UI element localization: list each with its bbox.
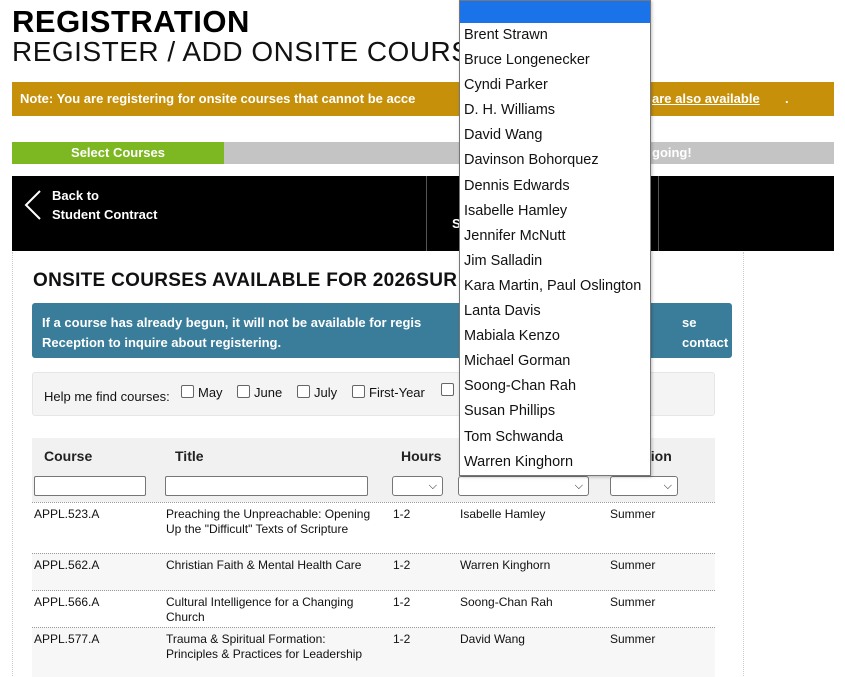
note-banner: Note: You are registering for onsite cou… bbox=[12, 82, 834, 116]
dropdown-option[interactable]: Mabiala Kenzo bbox=[460, 324, 650, 349]
dropdown-option[interactable]: D. H. Williams bbox=[460, 98, 650, 123]
col-hours[interactable]: Hours bbox=[401, 448, 441, 464]
dropdown-option[interactable]: Kara Martin, Paul Oslington bbox=[460, 274, 650, 299]
cell-course: APPL.562.A bbox=[34, 558, 100, 572]
cell-title: Trauma & Spiritual Formation: Principles… bbox=[166, 632, 363, 661]
filter-label: First-Year bbox=[369, 385, 425, 400]
cell-course: APPL.523.A bbox=[34, 507, 100, 521]
dropdown-option[interactable]: Lanta Davis bbox=[460, 299, 650, 324]
dropdown-option-selected[interactable] bbox=[460, 1, 650, 23]
course-filter-input[interactable] bbox=[34, 476, 146, 496]
col-title[interactable]: Title bbox=[175, 448, 204, 464]
note-text: Note: You are registering for onsite cou… bbox=[20, 91, 416, 106]
checkbox[interactable] bbox=[237, 385, 250, 398]
cell-faculty: Warren Kinghorn bbox=[460, 558, 551, 572]
filter-june[interactable]: June bbox=[237, 385, 282, 400]
info-fragment: se contact bbox=[682, 315, 729, 350]
cell-faculty: David Wang bbox=[460, 632, 525, 646]
checkbox[interactable] bbox=[352, 385, 365, 398]
cell-faculty: Soong-Chan Rah bbox=[460, 595, 553, 609]
table-row[interactable]: APPL.566.A Cultural Intelligence for a C… bbox=[32, 590, 715, 628]
dropdown-option[interactable]: Davinson Bohorquez bbox=[460, 148, 650, 173]
back-label-line1: Back to bbox=[52, 188, 99, 203]
step-nav: Back to Student Contract S bbox=[12, 176, 834, 251]
back-to-contract-button[interactable]: Back to Student Contract bbox=[22, 186, 157, 224]
cell-course: APPL.577.A bbox=[34, 632, 100, 646]
cell-session: Summer bbox=[610, 507, 656, 521]
cell-faculty: Isabelle Hamley bbox=[460, 507, 546, 521]
cell-hours: 1-2 bbox=[393, 595, 411, 609]
session-filter-select[interactable]: ⌵ bbox=[610, 476, 678, 496]
cell-title: Christian Faith & Mental Health Care bbox=[166, 558, 362, 572]
col-course[interactable]: Course bbox=[44, 448, 92, 464]
page-subtitle: REGISTER / ADD ONSITE COURSES bbox=[12, 36, 509, 67]
dropdown-option[interactable]: Warren Kinghorn bbox=[460, 450, 650, 475]
faculty-dropdown-list[interactable]: Brent Strawn Bruce Longenecker Cyndi Par… bbox=[459, 0, 651, 476]
progress-bar: Select Courses going! bbox=[12, 142, 834, 164]
dropdown-option[interactable]: David Wang bbox=[460, 123, 650, 148]
chevron-down-icon: ⌵ bbox=[428, 480, 437, 492]
filter-more[interactable] bbox=[441, 383, 458, 396]
cell-hours: 1-2 bbox=[393, 558, 411, 572]
filter-may[interactable]: May bbox=[181, 385, 223, 400]
dropdown-option[interactable]: Cyndi Parker bbox=[460, 73, 650, 98]
dropdown-option[interactable]: Tom Schwanda bbox=[460, 425, 650, 450]
cell-course: APPL.566.A bbox=[34, 595, 100, 609]
filter-first-year[interactable]: First-Year bbox=[352, 385, 425, 400]
cell-session: Summer bbox=[610, 632, 656, 646]
dropdown-option[interactable]: Brent Strawn bbox=[460, 23, 650, 48]
chevron-down-icon: ⌵ bbox=[663, 480, 672, 492]
dropdown-option[interactable]: Isabelle Hamley bbox=[460, 199, 650, 224]
nav-divider bbox=[658, 176, 659, 251]
table-row[interactable]: APPL.562.A Christian Faith & Mental Heal… bbox=[32, 553, 715, 591]
checkbox[interactable] bbox=[297, 385, 310, 398]
faculty-filter-select[interactable]: ⌵ bbox=[458, 476, 589, 496]
page-title: REGISTRATION bbox=[12, 4, 250, 39]
cell-hours: 1-2 bbox=[393, 507, 411, 521]
dropdown-option[interactable]: Michael Gorman bbox=[460, 349, 650, 374]
dropdown-option[interactable]: Jim Salladin bbox=[460, 249, 650, 274]
hours-filter-select[interactable]: ⌵ bbox=[392, 476, 443, 496]
chevron-down-icon: ⌵ bbox=[574, 480, 583, 492]
table-row[interactable]: APPL.577.A Trauma & Spiritual Formation:… bbox=[32, 627, 715, 677]
dropdown-option[interactable]: Susan Phillips bbox=[460, 399, 650, 424]
checkbox[interactable] bbox=[181, 385, 194, 398]
finder-label: Help me find courses: bbox=[44, 389, 170, 404]
chevron-left-icon bbox=[24, 190, 41, 220]
dropdown-option[interactable]: Jennifer McNutt bbox=[460, 224, 650, 249]
note-tail: . bbox=[785, 91, 789, 106]
title-filter-input[interactable] bbox=[165, 476, 368, 496]
filter-july[interactable]: July bbox=[297, 385, 337, 400]
cell-title: Cultural Intelligence for a Changing Chu… bbox=[166, 595, 354, 624]
dropdown-option[interactable]: Dennis Edwards bbox=[460, 174, 650, 199]
back-label-line2: Student Contract bbox=[52, 207, 158, 222]
checkbox[interactable] bbox=[441, 383, 454, 396]
table-row[interactable]: APPL.523.A Preaching the Unpreachable: O… bbox=[32, 502, 715, 554]
cell-title: Preaching the Unpreachable: Opening Up t… bbox=[166, 507, 371, 536]
nav-divider bbox=[426, 176, 427, 251]
filter-label: June bbox=[254, 385, 283, 400]
progress-step-end: going! bbox=[652, 145, 692, 160]
filter-label: July bbox=[314, 385, 338, 400]
back-label: Back to Student Contract bbox=[52, 186, 157, 224]
section-heading: ONSITE COURSES AVAILABLE FOR 2026SUR bbox=[33, 270, 458, 291]
filter-label: May bbox=[198, 385, 223, 400]
cell-hours: 1-2 bbox=[393, 632, 411, 646]
dropdown-option[interactable]: Soong-Chan Rah bbox=[460, 374, 650, 399]
progress-step-select-courses: Select Courses bbox=[12, 142, 224, 164]
dropdown-option[interactable]: Bruce Longenecker bbox=[460, 48, 650, 73]
cell-session: Summer bbox=[610, 558, 656, 572]
cell-session: Summer bbox=[610, 595, 656, 609]
note-link[interactable]: are also available bbox=[652, 82, 760, 116]
